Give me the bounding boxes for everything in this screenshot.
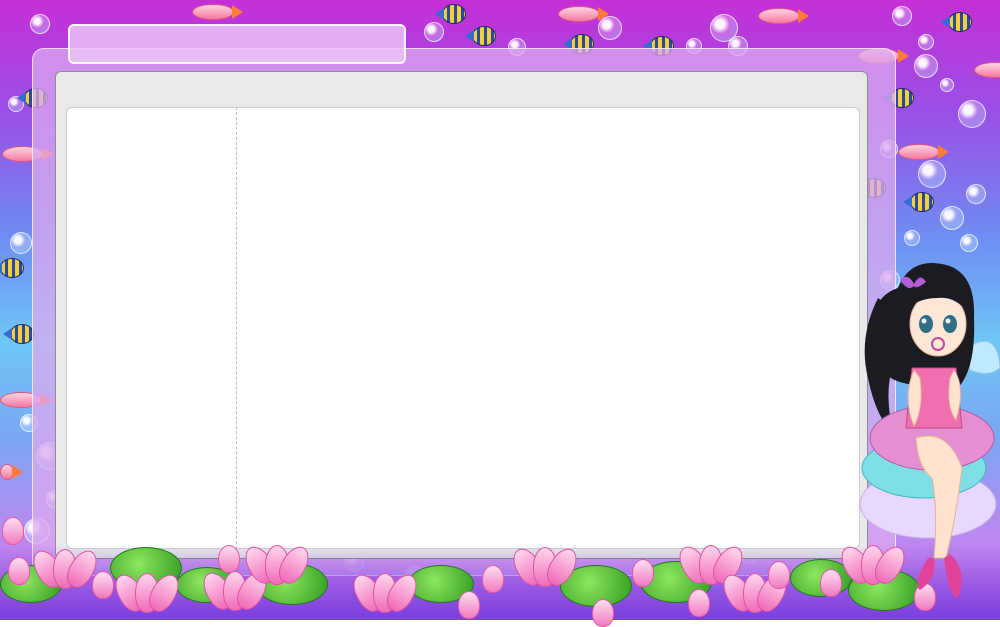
lotus-pond-decoration — [0, 517, 1000, 627]
girl-character-illustration — [859, 263, 1000, 598]
main-content-panel[interactable] — [236, 107, 860, 549]
title-bar — [68, 24, 406, 64]
sidebar-panel[interactable] — [66, 107, 236, 549]
